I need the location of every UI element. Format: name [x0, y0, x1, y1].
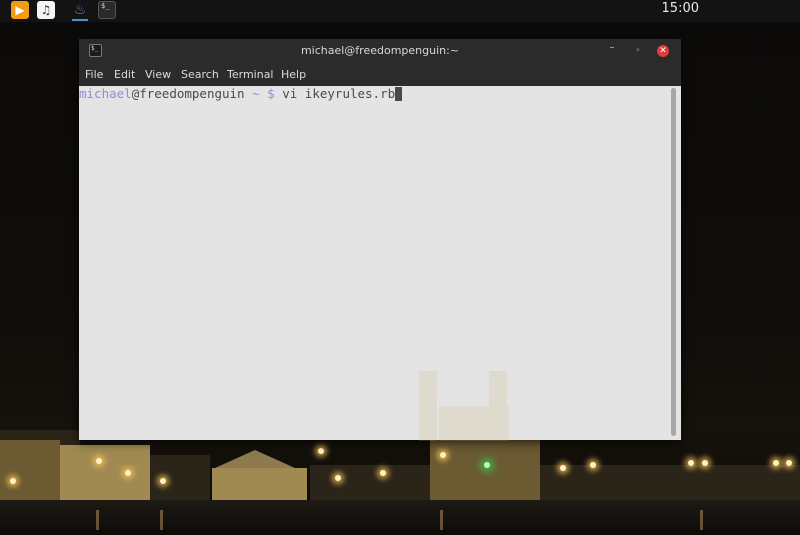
- menu-search[interactable]: Search: [181, 68, 219, 81]
- wallpaper-light: [560, 465, 566, 471]
- prompt-cwd: ~: [252, 86, 260, 101]
- wallpaper-roof: [215, 450, 295, 468]
- command-line[interactable]: michael@freedompenguin ~ $ vi ikeyrules.…: [79, 86, 403, 101]
- wallpaper-light: [318, 448, 324, 454]
- close-button[interactable]: ✕: [657, 45, 669, 57]
- top-panel: ▶ ♫ ♨ $_ 15:00: [0, 0, 800, 22]
- wallpaper-light: [10, 478, 16, 484]
- window-title: michael@freedompenguin:~: [300, 44, 460, 57]
- wallpaper-building: [150, 455, 210, 500]
- wallpaper-light: [440, 452, 446, 458]
- wallpaper-building: [60, 445, 150, 500]
- window-titlebar[interactable]: $_ michael@freedompenguin:~ – ◦ ✕: [79, 39, 681, 65]
- wallpaper-light: [96, 458, 102, 464]
- prompt-dollar: $: [267, 86, 275, 101]
- wallpaper-light: [702, 460, 708, 466]
- wallpaper-light: [160, 478, 166, 484]
- wallpaper-building: [430, 440, 540, 500]
- wallpaper-reflection: [96, 510, 99, 530]
- wallpaper-ghost: [419, 361, 549, 441]
- terminal-launcher-icon[interactable]: $_: [98, 1, 116, 19]
- menu-terminal[interactable]: Terminal: [227, 68, 274, 81]
- wallpaper-reflection: [700, 510, 703, 530]
- terminal-window[interactable]: $_ michael@freedompenguin:~ – ◦ ✕ File E…: [79, 39, 681, 441]
- minimize-button[interactable]: –: [606, 42, 618, 54]
- maximize-button[interactable]: ◦: [632, 45, 644, 57]
- wallpaper-building: [310, 465, 430, 500]
- menu-bar: File Edit View Search Terminal Help: [79, 65, 681, 86]
- music-player-icon[interactable]: ♫: [37, 1, 55, 19]
- scrollbar[interactable]: [671, 88, 676, 436]
- menu-edit[interactable]: Edit: [114, 68, 135, 81]
- wallpaper-light: [380, 470, 386, 476]
- menu-file[interactable]: File: [85, 68, 103, 81]
- wallpaper-building: [0, 440, 60, 500]
- wallpaper-light: [590, 462, 596, 468]
- media-player-icon[interactable]: ▶: [11, 1, 29, 19]
- typed-command: vi ikeyrules.rb: [282, 86, 396, 101]
- wallpaper-reflection: [440, 510, 443, 530]
- wallpaper-building: [212, 468, 307, 500]
- terminal-output[interactable]: michael@freedompenguin ~ $ vi ikeyrules.…: [79, 86, 681, 441]
- text-cursor: [395, 87, 403, 101]
- wallpaper-light: [484, 462, 490, 468]
- prompt-host: freedompenguin: [139, 86, 245, 101]
- menu-help[interactable]: Help: [281, 68, 306, 81]
- prompt-user: michael: [79, 86, 132, 101]
- scrollbar-thumb[interactable]: [671, 88, 676, 436]
- wallpaper-building: [540, 465, 800, 500]
- wallpaper-light: [786, 460, 792, 466]
- wallpaper-light: [688, 460, 694, 466]
- wallpaper-light: [335, 475, 341, 481]
- wallpaper-light: [125, 470, 131, 476]
- wallpaper-water: [0, 500, 800, 535]
- panel-clock[interactable]: 15:00: [662, 1, 699, 16]
- wallpaper-light: [773, 460, 779, 466]
- wallpaper-reflection: [160, 510, 163, 530]
- steam-icon[interactable]: ♨: [71, 1, 89, 21]
- menu-view[interactable]: View: [145, 68, 171, 81]
